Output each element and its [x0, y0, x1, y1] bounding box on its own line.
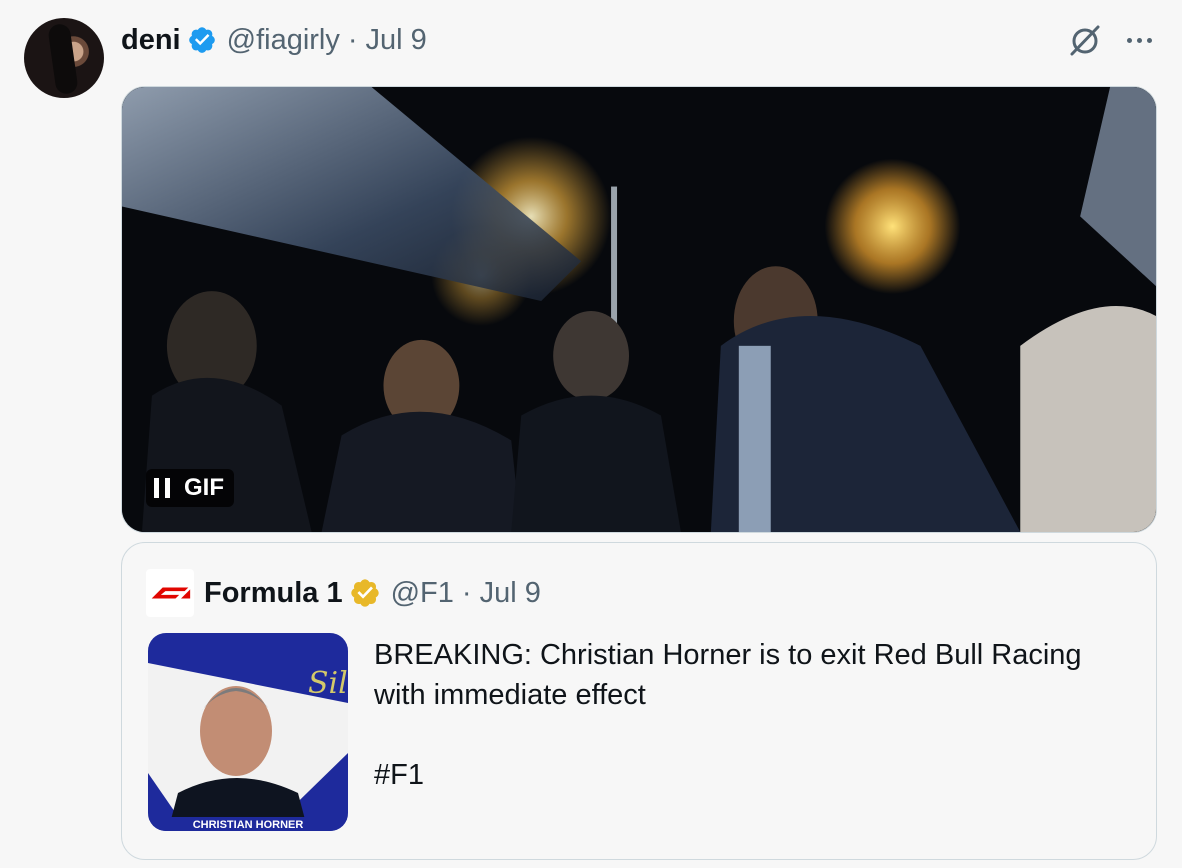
quoted-header: Formula 1 @F1 · Jul 9 — [146, 567, 541, 619]
quoted-author-name[interactable]: Formula 1 — [204, 577, 343, 610]
gif-frame — [122, 87, 1156, 532]
author-handle[interactable]: @fiagirly — [227, 24, 340, 57]
gold-verified-badge-icon — [350, 579, 379, 607]
thumbnail-caption: CHRISTIAN HORNER — [193, 819, 304, 831]
quoted-text-line: with immediate effect — [374, 679, 646, 711]
hashtag-link[interactable]: #F1 — [374, 755, 1134, 795]
grok-icon[interactable] — [1066, 22, 1104, 58]
author-name[interactable]: deni — [121, 24, 181, 57]
quoted-author-handle[interactable]: @F1 — [391, 577, 454, 610]
avatar[interactable] — [24, 18, 104, 98]
gif-badge[interactable]: GIF — [146, 469, 234, 507]
quoted-separator-dot: · — [461, 576, 472, 609]
quoted-date[interactable]: Jul 9 — [480, 577, 541, 610]
more-icon[interactable] — [1120, 22, 1158, 58]
pause-icon[interactable] — [154, 478, 170, 498]
f1-logo-icon[interactable] — [146, 569, 194, 617]
separator-dot: · — [347, 23, 358, 56]
quoted-text: BREAKING: Christian Horner is to exit Re… — [374, 635, 1134, 795]
tweet-header: deni @fiagirly · Jul 9 — [121, 22, 427, 58]
gif-media[interactable]: GIF — [121, 86, 1157, 533]
thumbnail-script: Silver — [308, 666, 348, 701]
quoted-text-line: BREAKING: Christian Horner is to exit Re… — [374, 639, 1082, 671]
quoted-thumbnail[interactable]: Silver CHRISTIAN HORNER — [148, 633, 348, 831]
verified-badge-icon — [188, 27, 215, 53]
quoted-tweet[interactable]: Formula 1 @F1 · Jul 9 Silver CHRISTIAN H… — [121, 542, 1157, 860]
gif-label: GIF — [184, 474, 224, 501]
tweet-date[interactable]: Jul 9 — [366, 24, 427, 57]
